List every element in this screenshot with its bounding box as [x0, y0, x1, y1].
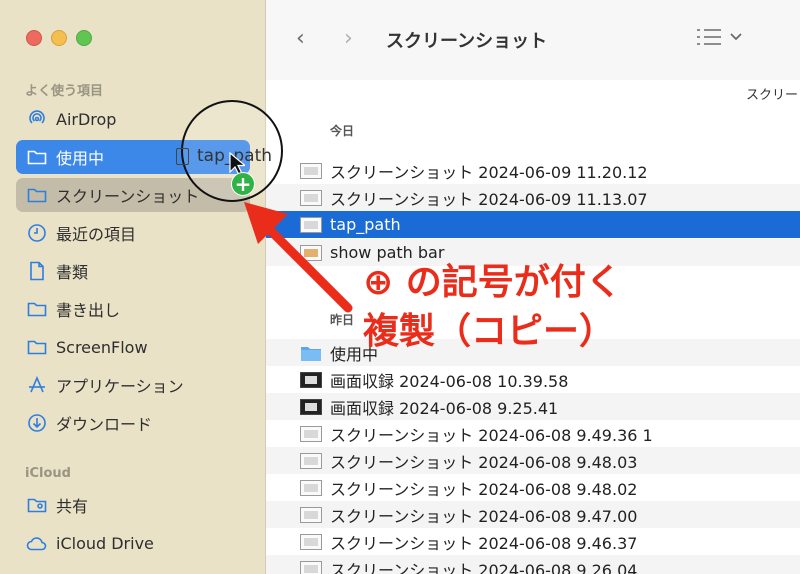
finder-window: よく使う項目 AirDrop 使用中 スクリーンショット 最近の項目 書類 書き… [0, 0, 800, 574]
annotation-text-line1: ⊕ の記号が付く [363, 262, 622, 303]
annotation-text-line2: 複製（コピー） [363, 311, 616, 352]
